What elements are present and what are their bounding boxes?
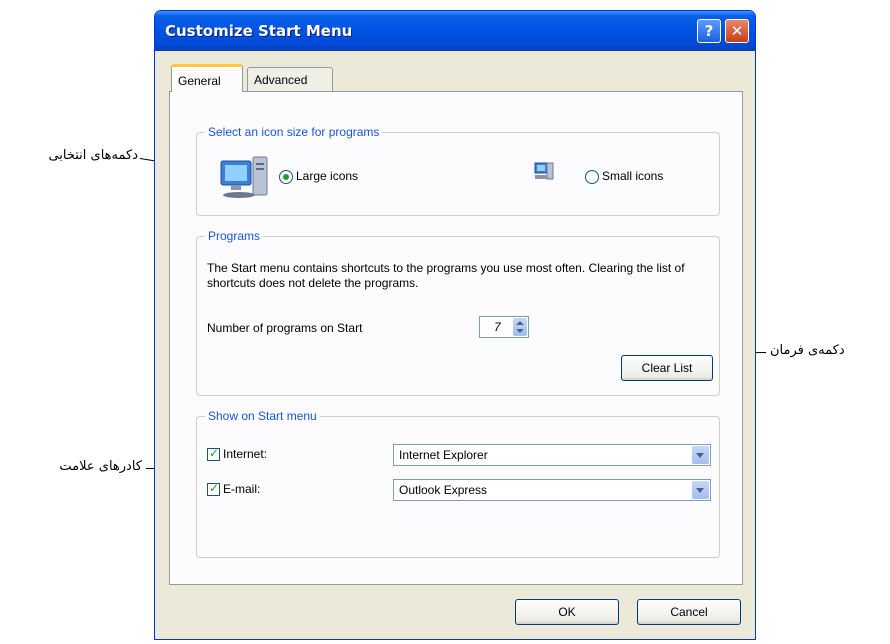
customize-start-menu-dialog: Customize Start Menu ? ✕ General Advance… [154,10,756,640]
number-of-programs-spinner[interactable]: 7 [479,316,529,338]
cancel-button[interactable]: Cancel [637,599,741,625]
internet-label[interactable]: Internet: [223,447,267,461]
ok-button[interactable]: OK [515,599,619,625]
annotation-checkboxes: کادرهای علامت [59,459,142,474]
email-combobox[interactable]: Outlook Express [393,479,711,501]
show-on-start-legend: Show on Start menu [205,409,320,423]
number-of-programs-value[interactable]: 7 [494,320,501,334]
number-of-programs-label: Number of programs on Start [207,321,363,335]
spinner-down-icon[interactable] [516,329,524,333]
show-on-start-menu-group: Show on Start menu Internet: Internet Ex… [196,409,720,558]
title-bar[interactable]: Customize Start Menu ? ✕ [155,11,755,51]
programs-group: Programs The Start menu contains shortcu… [196,229,720,396]
chevron-down-icon[interactable] [692,481,709,499]
spinner-buttons[interactable] [513,318,527,336]
general-tab-panel: Select an icon size for programs Large i… [169,91,743,585]
programs-description: The Start menu contains shortcuts to the… [207,261,685,290]
help-button[interactable]: ? [697,19,721,43]
annotation-radio-buttons: دکمه‌های انتخابی [48,148,138,163]
small-icons-computer-icon [534,162,554,180]
icon-size-group: Select an icon size for programs Large i… [196,125,720,216]
tab-advanced[interactable]: Advanced [247,67,333,91]
window-title: Customize Start Menu [165,22,353,40]
large-icons-label[interactable]: Large icons [296,169,358,183]
icon-size-legend: Select an icon size for programs [205,125,383,139]
programs-legend: Programs [205,229,264,243]
tab-general[interactable]: General [171,64,243,92]
email-checkbox[interactable] [207,481,220,496]
clear-list-button[interactable]: Clear List [621,355,713,381]
internet-combobox-value: Internet Explorer [399,448,488,462]
email-label[interactable]: E-mail: [223,482,260,496]
internet-checkbox[interactable] [207,446,220,461]
spinner-up-icon[interactable] [516,321,524,325]
small-icons-radio[interactable] [585,170,599,184]
large-icons-radio[interactable] [279,170,293,184]
large-icons-computer-icon [220,156,268,198]
annotation-command-button: دکمه‌ی فرمان [770,343,845,358]
chevron-down-icon[interactable] [692,446,709,464]
email-combobox-value: Outlook Express [399,483,488,497]
internet-combobox[interactable]: Internet Explorer [393,444,711,466]
close-button[interactable]: ✕ [725,19,749,43]
small-icons-label[interactable]: Small icons [602,169,663,183]
